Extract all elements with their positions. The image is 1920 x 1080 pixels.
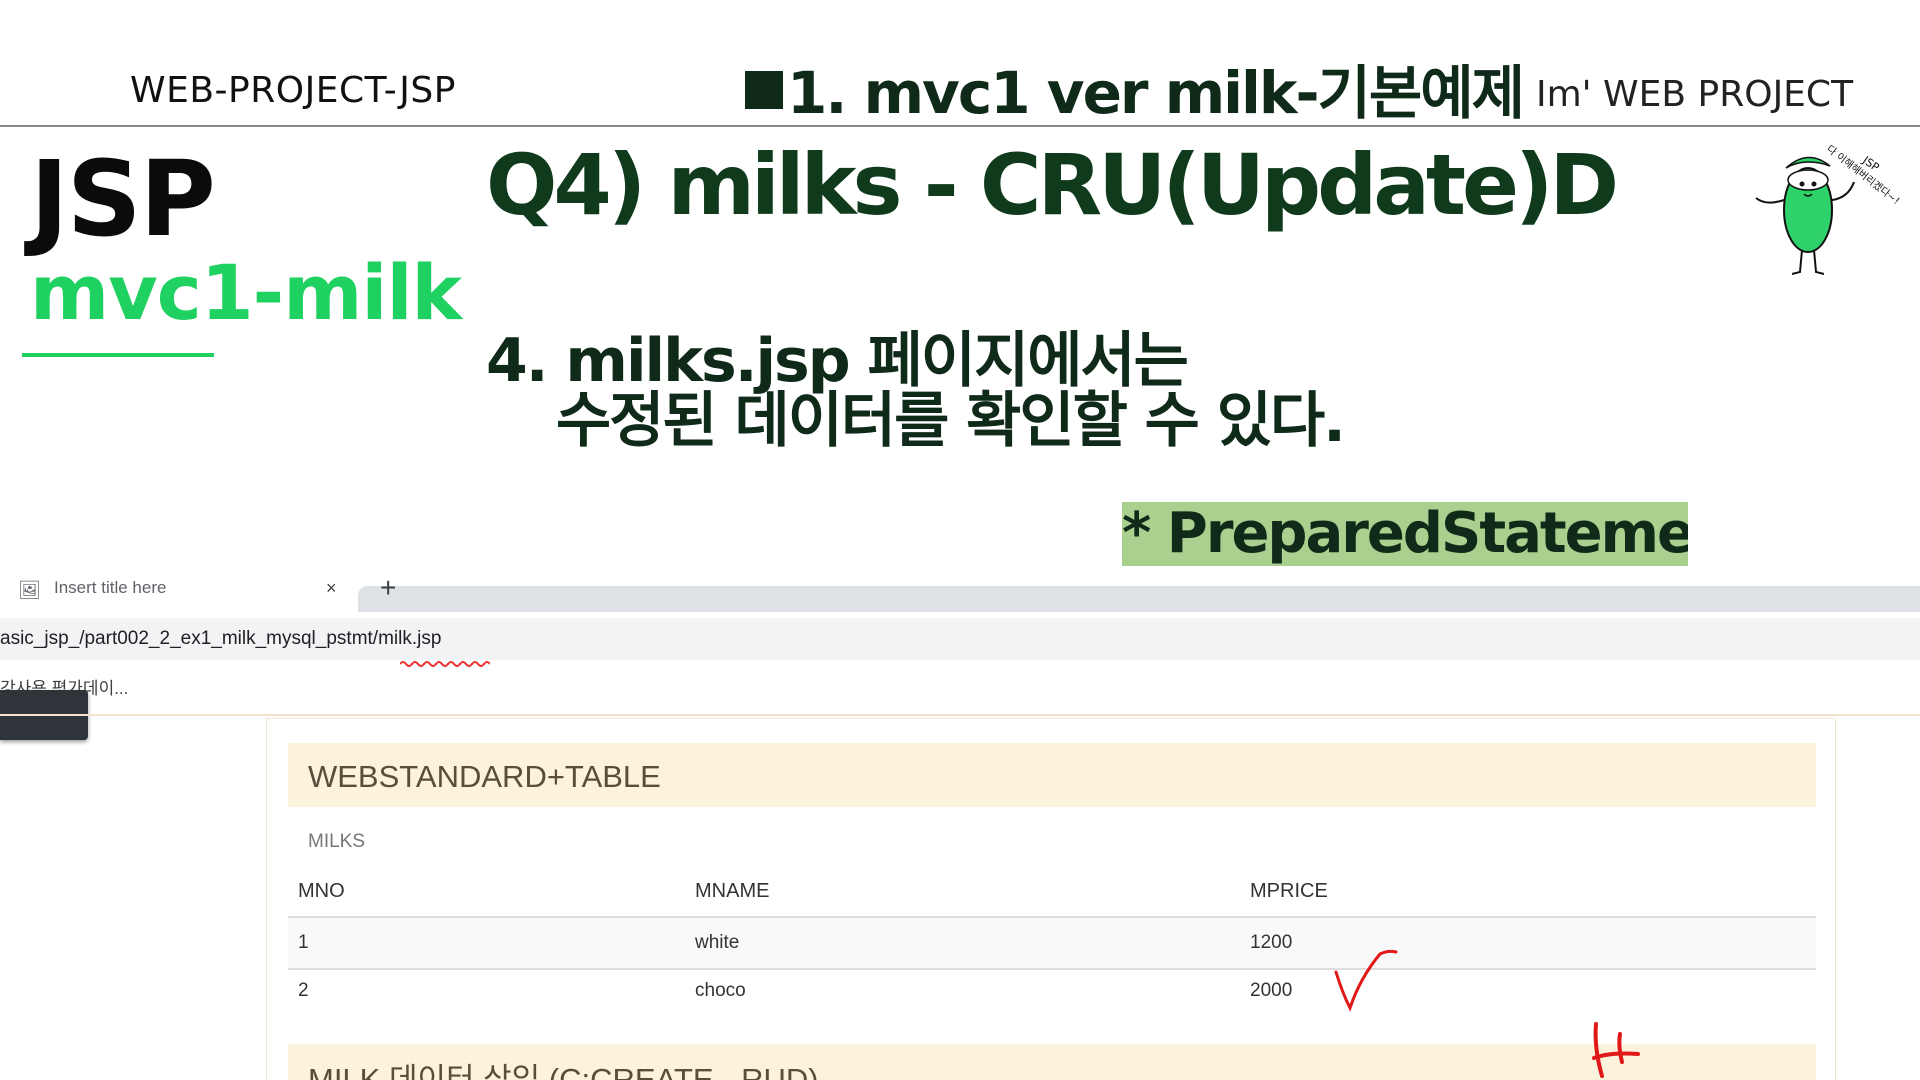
slide-header-right: Im' WEB PROJECT [1536,74,1854,115]
browser-tab[interactable]: 🖼 Insert title here × [0,578,350,612]
slide-header-left: WEB-PROJECT-JSP [130,70,456,111]
square-bullet-icon [745,71,783,109]
insert-panel-heading-text: MILK 데이터 삽입 (C:CREATE - RUD) [308,1062,819,1080]
jsp-title: JSP [30,138,216,260]
browser-window: 🖼 Insert title here × + asic_jsp_/part00… [0,578,1920,1080]
slide-header-center: 1. mvc1 ver milk-기본예제 [745,46,1525,130]
mascot-caption: 다 이해해버리겠다~! [1824,142,1902,207]
question-title: Q4) milks - CRU(Update)D [486,136,1619,234]
cell-mno: 2 [298,980,309,1001]
cell-mprice: 2000 [1250,980,1293,1001]
header-divider [0,125,1920,127]
table-header-mname: MNAME [695,880,770,902]
cell-mname: white [695,932,740,953]
cell-mprice: 1200 [1250,932,1293,953]
new-tab-button[interactable]: + [380,578,396,604]
slide-header-center-text: 1. mvc1 ver milk-기본예제 [787,59,1525,127]
spellcheck-underline [400,661,490,667]
table-caption: MILKS [308,831,366,852]
table-header-mprice: MPRICE [1250,880,1328,902]
panel-heading-text: WEBSTANDARD+TABLE [308,759,661,794]
table-header-mno: MNO [298,880,345,902]
content-divider [0,714,1920,716]
red-handwritten-annotation [1334,949,1640,1078]
mascot-character-icon: JSP 다 이해해버리겠다~! [1755,142,1902,275]
cell-mname: choco [695,980,746,1001]
project-title: mvc1-milk [30,248,462,337]
page-favicon-icon: 🖼 [18,580,41,600]
step-text-line-2: 수정된 데이터를 확인할 수 있다. [556,386,1346,456]
tab-title: Insert title here [54,578,167,597]
title-underline [22,353,214,357]
tab-strip-background [358,586,1920,612]
close-tab-icon[interactable]: × [326,578,337,599]
cell-mno: 1 [298,932,309,953]
address-bar-url[interactable]: asic_jsp_/part002_2_ex1_milk_mysql_pstmt… [0,628,441,650]
prepared-statement-badge: * PreparedStatement [1122,502,1688,566]
bookmarks-bar [0,674,1920,714]
